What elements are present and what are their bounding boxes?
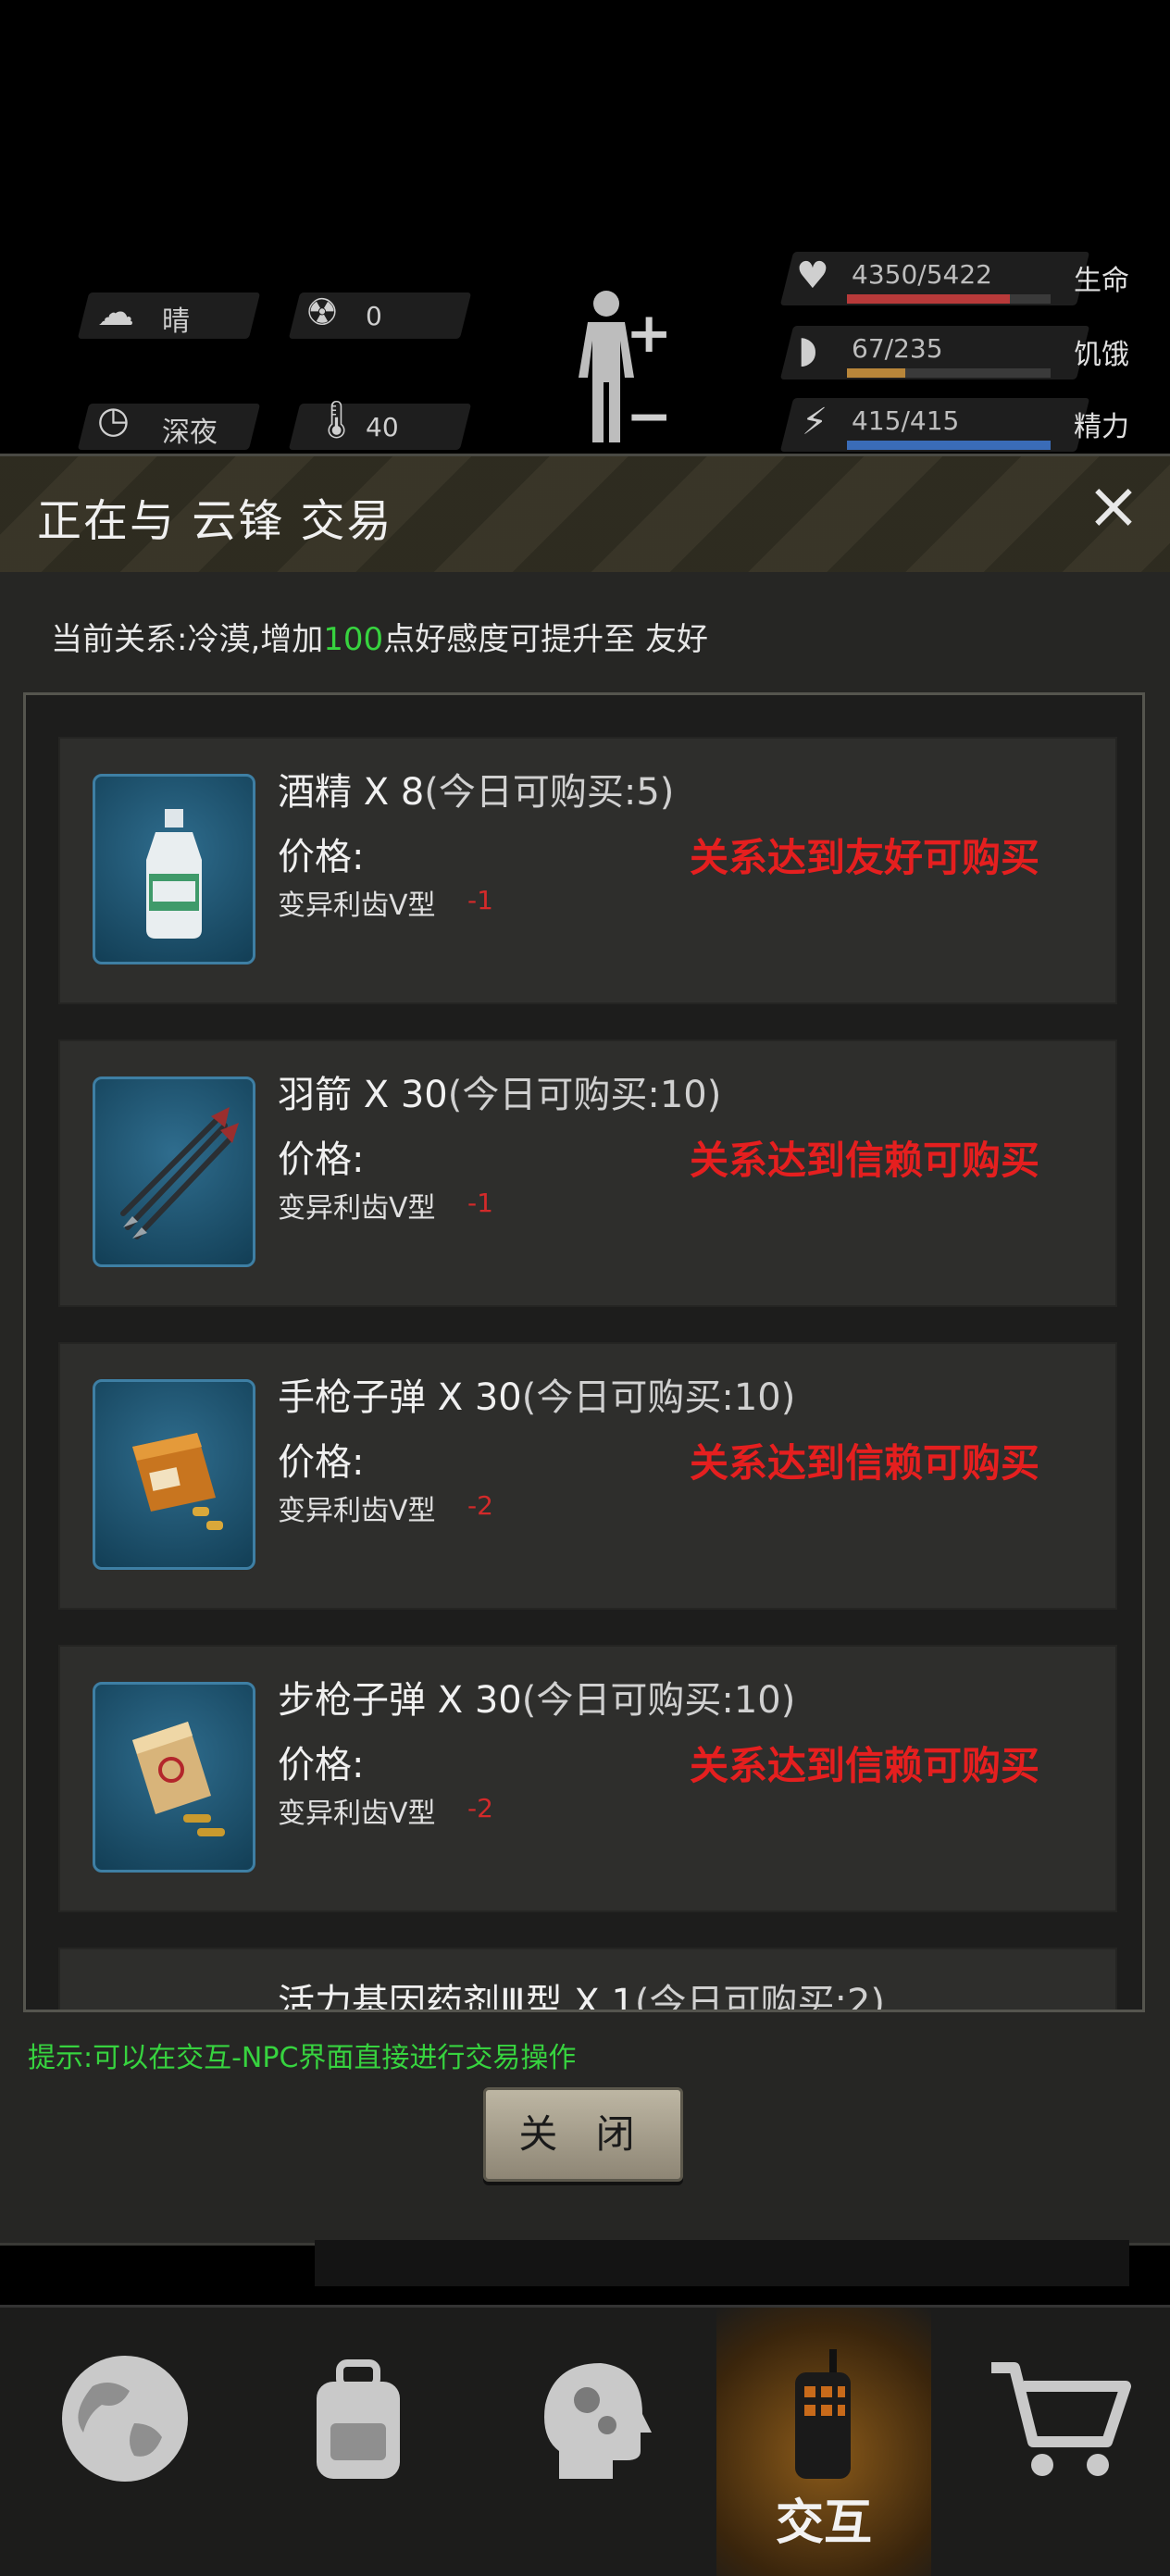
price-amount: -2 <box>467 1490 493 1521</box>
world-icon <box>62 2356 188 2482</box>
head-gears-icon <box>544 2363 652 2479</box>
purchase-requirement: 关系达到友好可购买 <box>690 835 1040 880</box>
shopping-cart-icon <box>991 2362 1131 2476</box>
item-name: 手枪子弹 X 30(今日可购买:10) <box>278 1367 795 1421</box>
hunger-label: 饥饿 <box>1074 339 1129 371</box>
trade-item[interactable]: 步枪子弹 X 30(今日可购买:10) 价格: 变异利齿Ⅴ型 -2 关系达到信赖… <box>58 1645 1117 1912</box>
relation-suffix: 点好感度可提升至 友好 <box>383 621 708 658</box>
nav-interact[interactable]: 交互 <box>716 2308 931 2576</box>
pistol-ammo-icon <box>132 1433 223 1530</box>
price-amount: -1 <box>467 1188 493 1218</box>
sub-tab-bar <box>315 2240 1129 2286</box>
trade-item[interactable]: 活力基因药剂Ⅲ型 X 1(今日可购买:2) <box>58 1948 1117 2012</box>
item-name-text: 步枪子弹 X 30 <box>278 1679 522 1722</box>
energy-value: 415/415 <box>852 405 960 436</box>
stat-bar-fill <box>847 368 905 378</box>
daily-limit: (今日可购买:10) <box>521 1679 796 1722</box>
price-amount: -2 <box>467 1793 493 1823</box>
lightning-icon: ⚡ <box>802 401 828 443</box>
nav-shop[interactable] <box>950 2308 1164 2576</box>
hunger-value: 67/235 <box>852 333 943 364</box>
item-name-text: 羽箭 X 30 <box>278 1074 448 1116</box>
price-currency: 变异利齿Ⅴ型 <box>278 1192 436 1225</box>
arrows-icon <box>120 1107 239 1239</box>
price-label: 价格: <box>278 836 365 878</box>
close-button[interactable]: 关 闭 <box>483 2087 683 2182</box>
radiation-icon: ☢ <box>305 292 339 334</box>
item-name-text: 手枪子弹 X 30 <box>278 1376 522 1419</box>
purchase-requirement: 关系达到信赖可购买 <box>690 1138 1040 1183</box>
relation-prefix: 当前关系:冷漠,增加 <box>51 621 324 658</box>
price-label: 价格: <box>278 1441 365 1484</box>
item-name: 羽箭 X 30(今日可购买:10) <box>278 1064 721 1118</box>
purchase-requirement: 关系达到信赖可购买 <box>690 1743 1040 1788</box>
nav-interact-label: 交互 <box>775 2495 872 2551</box>
daily-limit: (今日可购买:10) <box>447 1074 722 1116</box>
purchase-requirement: 关系达到信赖可购买 <box>690 1440 1040 1486</box>
trade-tip: 提示:可以在交互-NPC界面直接进行交易操作 <box>28 2042 577 2074</box>
item-icon-frame <box>93 1682 255 1873</box>
time-of-day: 深夜 <box>162 417 218 449</box>
stat-bar-fill <box>847 441 1051 450</box>
nav-skills[interactable] <box>485 2308 700 2576</box>
daily-limit: (今日可购买:2) <box>634 1982 885 2012</box>
close-icon[interactable]: × <box>1081 473 1146 538</box>
rifle-ammo-icon <box>132 1722 225 1836</box>
health-label: 生命 <box>1074 265 1129 297</box>
bottle-icon <box>146 809 202 939</box>
price-currency: 变异利齿Ⅴ型 <box>278 1495 436 1527</box>
trade-item[interactable]: 酒精 X 8(今日可购买:5) 价格: 变异利齿Ⅴ型 -1 关系达到友好可购买 <box>58 737 1117 1004</box>
energy-bar <box>847 441 1051 450</box>
relation-points: 100 <box>323 621 384 658</box>
item-name-text: 酒精 X 8 <box>278 771 425 814</box>
nav-backpack[interactable] <box>252 2308 467 2576</box>
price-currency: 变异利齿Ⅴ型 <box>278 890 436 922</box>
health-value: 4350/5422 <box>852 259 992 290</box>
energy-label: 精力 <box>1074 411 1129 443</box>
item-icon-frame <box>93 1379 255 1570</box>
item-icon-frame <box>93 774 255 964</box>
minus-icon[interactable]: − <box>626 389 672 444</box>
trade-dialog: 正在与 云锋 交易 × 当前关系:冷漠,增加100点好感度可提升至 友好 酒精 … <box>0 454 1170 2246</box>
weather-text: 晴 <box>162 305 190 338</box>
relation-status: 当前关系:冷漠,增加100点好感度可提升至 友好 <box>51 614 708 659</box>
walkie-talkie-icon <box>795 2349 851 2479</box>
temperature-value: 40 <box>366 412 399 442</box>
price-amount: -1 <box>467 885 493 915</box>
price-currency: 变异利齿Ⅴ型 <box>278 1798 436 1830</box>
dialog-title: 正在与 云锋 交易 <box>37 495 393 547</box>
stomach-icon: ◗ <box>798 329 818 371</box>
health-bar <box>847 294 1051 304</box>
bottom-nav: 交互 <box>0 2305 1170 2576</box>
hunger-bar <box>847 368 1051 378</box>
price-label: 价格: <box>278 1744 365 1786</box>
item-name-text: 活力基因药剂Ⅲ型 X 1 <box>278 1982 635 2012</box>
cloud-sun-icon: ☁ <box>97 292 134 334</box>
item-name: 活力基因药剂Ⅲ型 X 1(今日可购买:2) <box>278 1972 885 2012</box>
status-hud: ☁ 晴 ☢ 0 ◷ 深夜 🌡 40 + − ♥ 4350/5422 生命 ◗ 6… <box>0 0 1170 463</box>
trade-item-list[interactable]: 酒精 X 8(今日可购买:5) 价格: 变异利齿Ⅴ型 -1 关系达到友好可购买 <box>23 692 1145 2012</box>
price-label: 价格: <box>278 1139 365 1181</box>
nav-world[interactable] <box>19 2308 233 2576</box>
thermometer-icon: 🌡 <box>313 399 360 442</box>
trade-item[interactable]: 手枪子弹 X 30(今日可购买:10) 价格: 变异利齿Ⅴ型 -2 关系达到信赖… <box>58 1342 1117 1610</box>
daily-limit: (今日可购买:5) <box>424 771 675 814</box>
item-icon-frame <box>93 1076 255 1267</box>
heart-icon: ♥ <box>796 255 829 297</box>
plus-icon[interactable]: + <box>626 305 672 361</box>
backpack-icon <box>317 2359 400 2479</box>
clock-icon: ◷ <box>97 399 130 442</box>
item-name: 步枪子弹 X 30(今日可购买:10) <box>278 1670 795 1724</box>
radiation-value: 0 <box>366 301 382 331</box>
stat-bar-fill <box>847 294 1011 304</box>
trade-item[interactable]: 羽箭 X 30(今日可购买:10) 价格: 变异利齿Ⅴ型 -1 关系达到信赖可购… <box>58 1039 1117 1307</box>
item-name: 酒精 X 8(今日可购买:5) <box>278 762 674 815</box>
daily-limit: (今日可购买:10) <box>521 1376 796 1419</box>
